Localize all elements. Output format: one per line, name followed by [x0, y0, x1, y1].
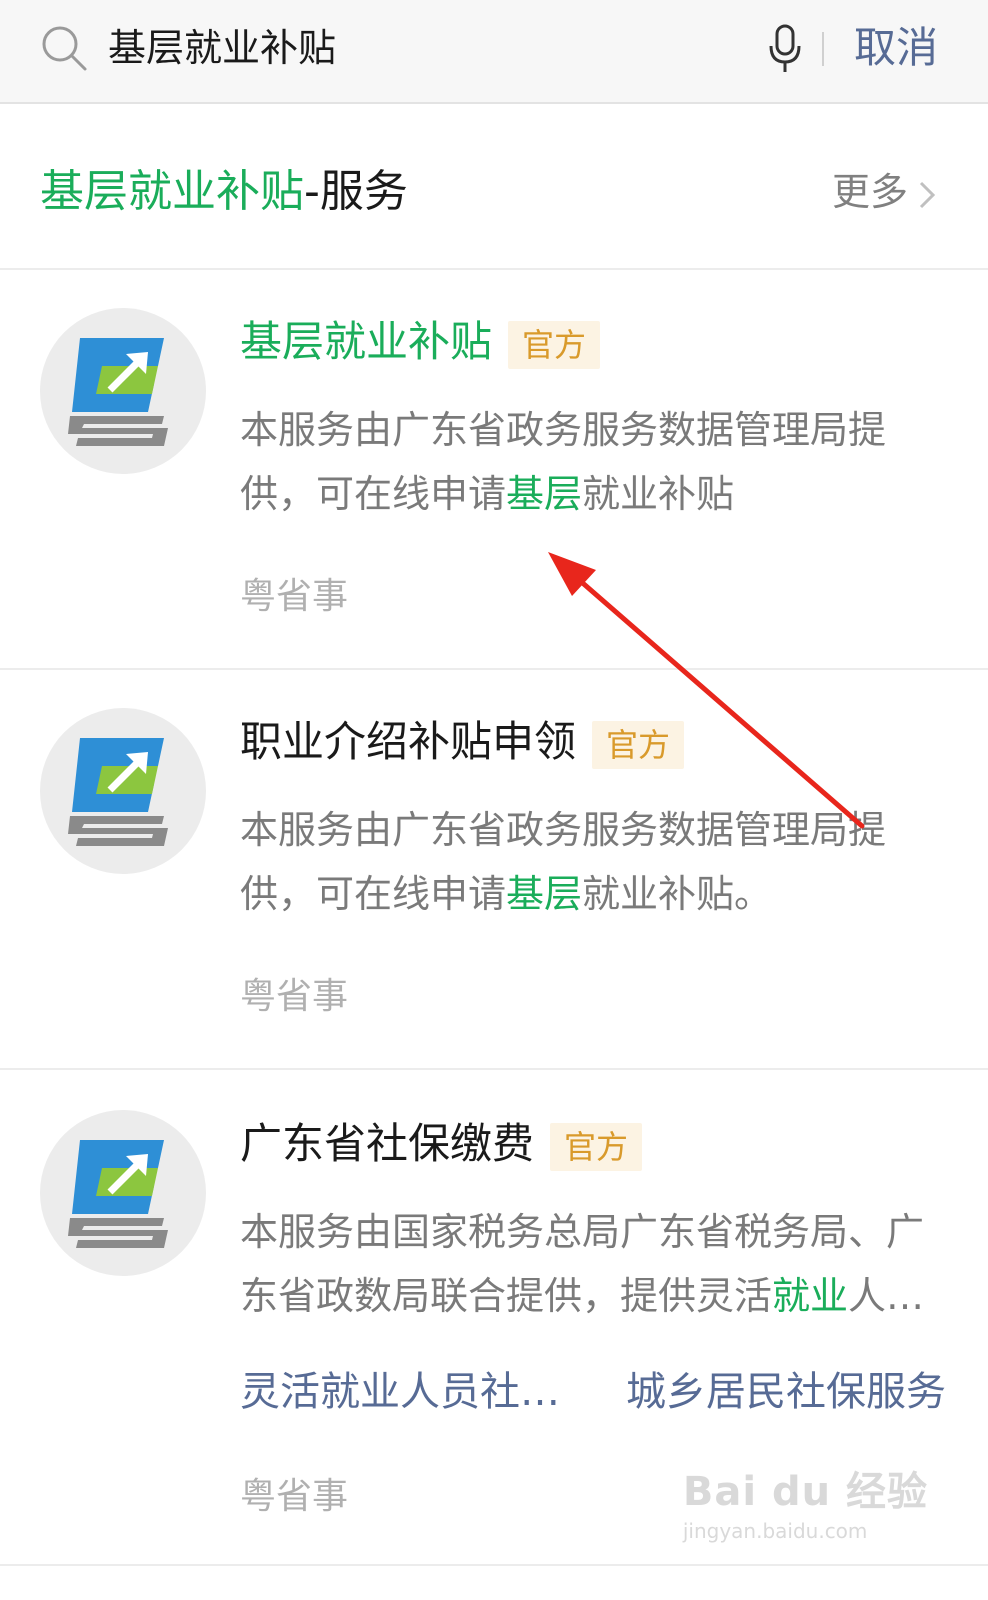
desc-keyword: 就业 — [772, 1274, 849, 1318]
card-title[interactable]: 基层就业补贴 官方 — [240, 312, 601, 372]
watermark-url: jingyan.baidu.com — [682, 1519, 868, 1543]
desc-line-2: 供，可在线申请基层就业补贴 — [240, 462, 980, 526]
desc-line-1: 本服务由广东省政务服务数据管理局提 — [240, 408, 887, 452]
card-description: 本服务由国家税务总局广东省税务局、广 东省政数局联合提供，提供灵活就业人… — [240, 1200, 980, 1328]
result-card[interactable]: 基层就业补贴 官方 本服务由广东省政务服务数据管理局提 供，可在线申请基层就业补贴… — [0, 270, 988, 670]
official-badge: 官方 — [592, 720, 685, 769]
result-card[interactable]: 职业介绍补贴申领 官方 本服务由广东省政务服务数据管理局提 供，可在线申请基层就业… — [0, 670, 988, 1070]
official-badge: 官方 — [550, 1122, 643, 1171]
card-description: 本服务由广东省政务服务数据管理局提 供，可在线申请基层就业补贴 — [240, 398, 980, 526]
sub-service-links: 灵活就业人员社… 城乡居民社保服务 — [240, 1364, 946, 1420]
desc-line-1: 本服务由国家税务总局广东省税务局、广 — [240, 1210, 925, 1254]
section-header: 基层就业补贴-服务 更多 — [0, 106, 988, 270]
card-title[interactable]: 广东省社保缴费 官方 — [240, 1114, 643, 1174]
desc-line-2: 供，可在线申请基层就业补贴。 — [240, 862, 980, 926]
card-source: 粤省事 — [240, 976, 349, 1017]
baidu-watermark: Bai du 经验 jingyan.baidu.com — [683, 1466, 928, 1544]
desc-text-end: 就业补贴。 — [582, 872, 773, 916]
section-title-suffix: -服务 — [304, 166, 408, 217]
app-logo-icon — [40, 1110, 206, 1276]
desc-keyword: 基层 — [506, 872, 583, 916]
card-title-keyword-2: 就业补贴 — [324, 317, 493, 366]
desc-text: 供，可在线申请 — [240, 872, 507, 916]
microphone-icon[interactable] — [768, 24, 802, 74]
card-description: 本服务由广东省政务服务数据管理局提 供，可在线申请基层就业补贴。 — [240, 798, 980, 926]
desc-keyword: 基层 — [506, 472, 583, 516]
card-title[interactable]: 职业介绍补贴申领 官方 — [240, 712, 685, 772]
watermark-logo: Bai du 经验 — [682, 1469, 928, 1515]
app-logo-icon — [40, 308, 206, 474]
more-label: 更多 — [831, 170, 908, 214]
desc-line-2: 东省政数局联合提供，提供灵活就业人… — [240, 1264, 980, 1328]
sub-link-flexible-employment[interactable]: 灵活就业人员社… — [240, 1364, 626, 1420]
cancel-button[interactable]: 取消 — [854, 20, 938, 76]
section-title-keyword: 基层就业补贴 — [40, 166, 304, 217]
search-divider — [822, 32, 824, 66]
sub-link-resident-insurance[interactable]: 城乡居民社保服务 — [626, 1364, 946, 1420]
desc-text: 供，可在线申请 — [240, 472, 507, 516]
card-title-keyword: 基层 — [240, 317, 325, 366]
card-source: 粤省事 — [240, 576, 349, 617]
card-title-text: 职业介绍补贴申领 — [240, 717, 577, 766]
desc-line-1: 本服务由广东省政务服务数据管理局提 — [240, 808, 887, 852]
card-source: 粤省事 — [240, 1476, 349, 1517]
search-icon[interactable] — [40, 24, 88, 72]
search-bar: 基层就业补贴 取消 — [0, 0, 988, 104]
app-logo-icon — [40, 708, 206, 874]
card-title-text: 广东省社保缴费 — [240, 1119, 535, 1168]
desc-text-end: 就业补贴 — [582, 472, 735, 516]
section-title: 基层就业补贴-服务 — [40, 162, 408, 222]
desc-text: 东省政数局联合提供，提供灵活 — [240, 1274, 773, 1318]
desc-text-end: 人… — [848, 1274, 925, 1318]
more-button[interactable]: 更多 — [832, 164, 936, 220]
search-input[interactable]: 基层就业补贴 — [108, 20, 336, 76]
official-badge: 官方 — [508, 320, 601, 369]
chevron-right-icon — [919, 181, 936, 208]
